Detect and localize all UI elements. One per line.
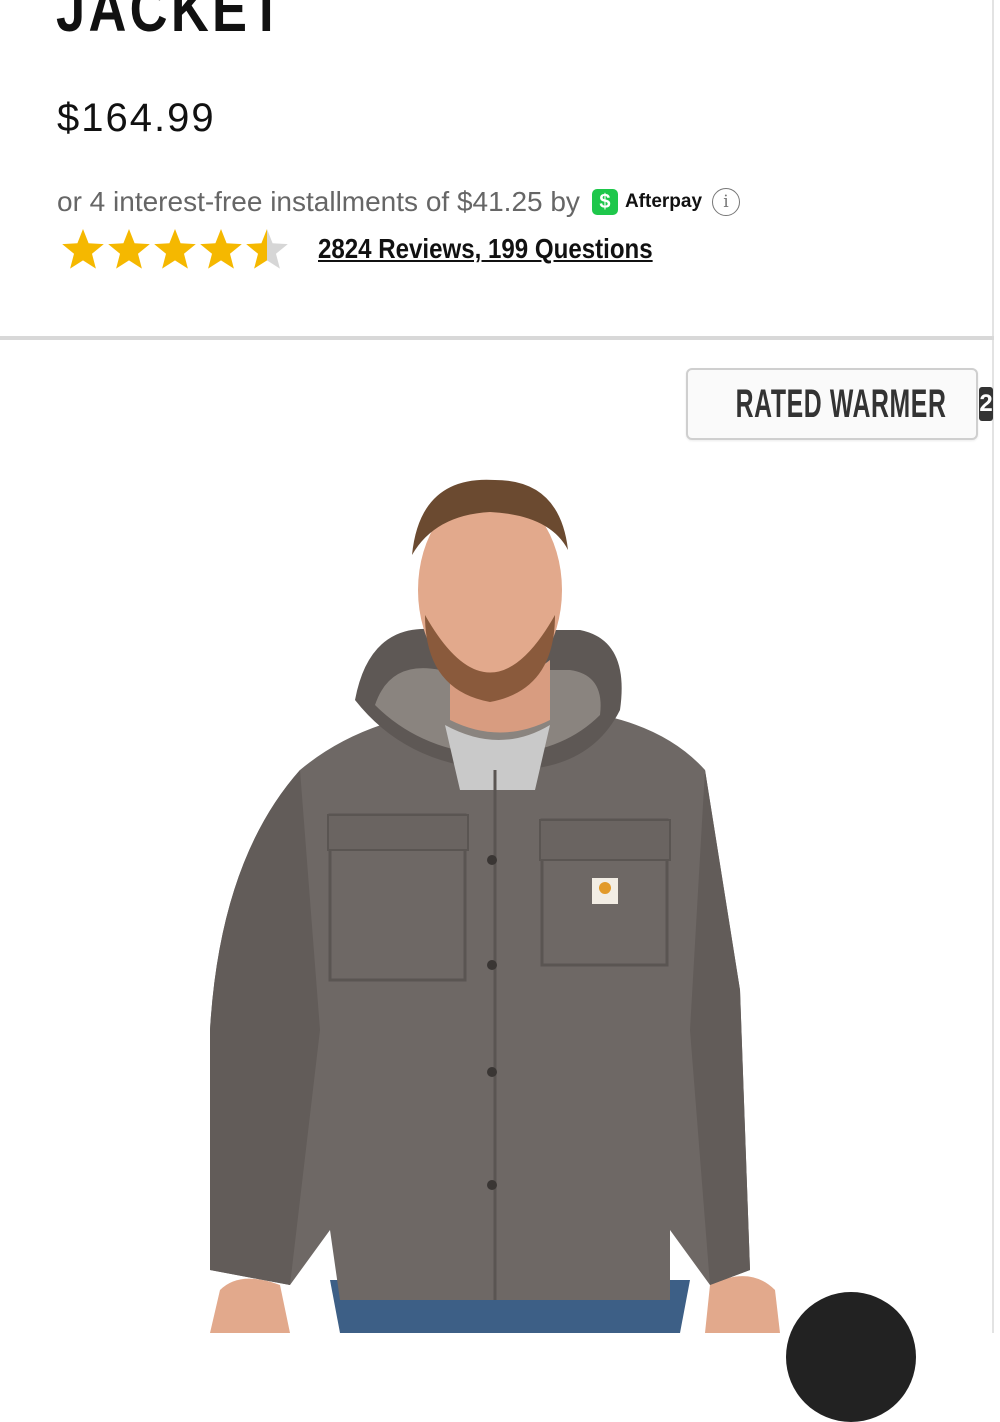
star-icon <box>62 229 104 269</box>
left-hand <box>210 1278 290 1333</box>
product-price: $164.99 <box>57 96 216 140</box>
product-title: JACKET <box>56 0 286 45</box>
star-icon <box>108 229 150 269</box>
star-icon <box>154 229 196 269</box>
reviews-questions-link[interactable]: 2824 Reviews, 199 Questions <box>318 233 653 265</box>
info-icon[interactable]: i <box>712 188 741 216</box>
afterpay-dollar-icon: $ <box>591 189 618 215</box>
afterpay-text: or 4 interest-free installments of $41.2… <box>57 186 580 217</box>
star-icon <box>246 229 288 269</box>
afterpay-brand: Afterpay <box>624 191 703 212</box>
afterpay-installments: or 4 interest-free installments of $41.2… <box>57 186 741 218</box>
rated-warmer-badge[interactable]: RATED WARMER 2 <box>686 368 993 440</box>
afterpay-logo: $ Afterpay <box>591 189 703 215</box>
section-divider <box>0 336 994 340</box>
rated-warmer-label: RATED WARMER <box>735 381 947 426</box>
rating-row: 2824 Reviews, 199 Questions <box>60 226 707 272</box>
right-edge-rule <box>992 0 994 1333</box>
warmth-level: 2 <box>979 387 993 421</box>
chat-fab[interactable] <box>786 1292 916 1422</box>
star-icon <box>200 229 242 269</box>
star-rating[interactable] <box>60 226 290 272</box>
product-photo[interactable] <box>150 470 870 1333</box>
right-hand <box>705 1276 780 1333</box>
